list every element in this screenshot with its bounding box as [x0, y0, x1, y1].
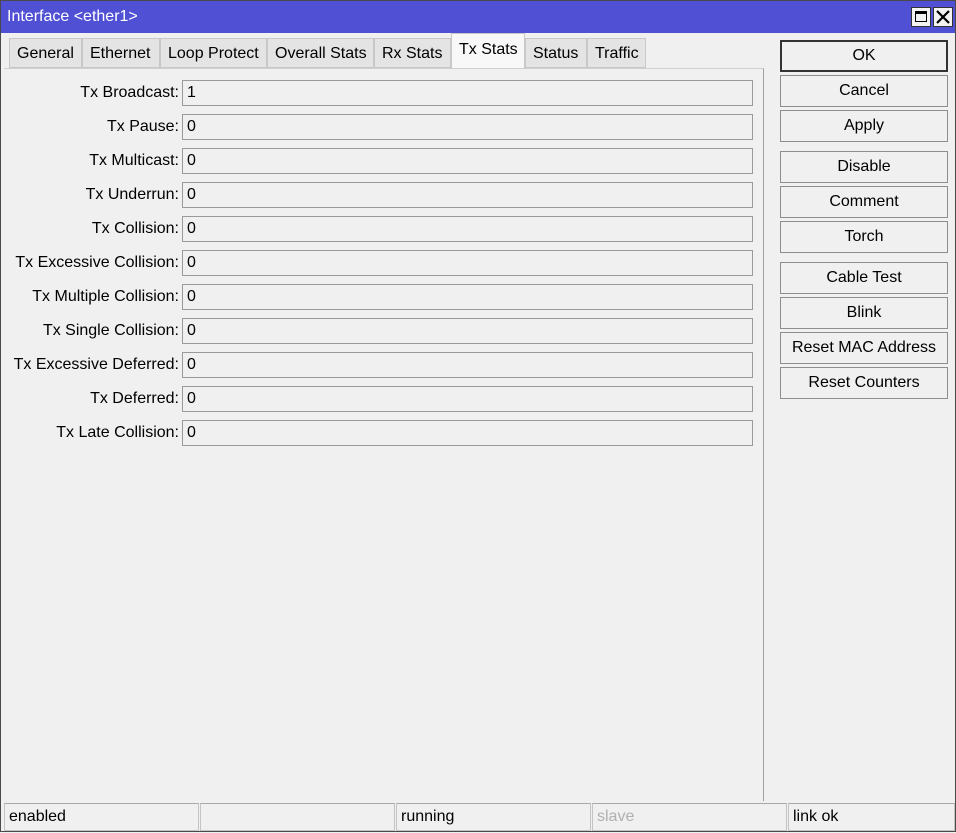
cancel-button[interactable]: Cancel	[780, 75, 948, 107]
tx-excessive-deferred-label: Tx Excessive Deferred:	[13, 356, 179, 373]
tx-underrun-field[interactable]: 0	[182, 182, 753, 208]
field-row-tx-broadcast: Tx Broadcast: 1	[4, 80, 764, 106]
tab-overall-stats[interactable]: Overall Stats	[267, 38, 374, 68]
status-bar: enabled running slave link ok	[1, 801, 956, 833]
status-running: running	[396, 803, 591, 831]
maximize-icon[interactable]	[911, 7, 931, 27]
tx-multicast-field[interactable]: 0	[182, 148, 753, 174]
field-row-tx-collision: Tx Collision: 0	[4, 216, 764, 242]
tab-tx-stats[interactable]: Tx Stats	[451, 33, 525, 69]
apply-button[interactable]: Apply	[780, 110, 948, 142]
reset-counters-button[interactable]: Reset Counters	[780, 367, 948, 399]
window-title: Interface <ether1>	[7, 8, 138, 25]
tx-collision-label: Tx Collision:	[91, 220, 179, 237]
tx-single-collision-label: Tx Single Collision:	[42, 322, 179, 339]
field-row-tx-late-collision: Tx Late Collision: 0	[4, 420, 764, 446]
torch-button[interactable]: Torch	[780, 221, 948, 253]
tx-collision-field[interactable]: 0	[182, 216, 753, 242]
tx-late-collision-label: Tx Late Collision:	[56, 424, 179, 441]
tx-pause-label: Tx Pause:	[106, 118, 179, 135]
field-row-tx-single-collision: Tx Single Collision: 0	[4, 318, 764, 344]
comment-button[interactable]: Comment	[780, 186, 948, 218]
close-icon[interactable]	[933, 7, 953, 27]
status-enabled: enabled	[4, 803, 199, 831]
ok-button[interactable]: OK	[780, 40, 948, 72]
title-bar[interactable]: Interface <ether1>	[1, 1, 955, 33]
cable-test-button[interactable]: Cable Test	[780, 262, 948, 294]
field-row-tx-excessive-collision: Tx Excessive Collision: 0	[4, 250, 764, 276]
field-row-tx-excessive-deferred: Tx Excessive Deferred: 0	[4, 352, 764, 378]
tab-loop-protect[interactable]: Loop Protect	[160, 38, 267, 68]
tx-multiple-collision-field[interactable]: 0	[182, 284, 753, 310]
tab-rx-stats[interactable]: Rx Stats	[374, 38, 451, 68]
tx-deferred-label: Tx Deferred:	[90, 390, 179, 407]
tx-late-collision-field[interactable]: 0	[182, 420, 753, 446]
tab-ethernet[interactable]: Ethernet	[82, 38, 160, 68]
tx-stats-panel: Tx Broadcast: 1 Tx Pause: 0 Tx Multicast…	[4, 68, 764, 801]
status-empty	[200, 803, 395, 831]
tx-multicast-label: Tx Multicast:	[89, 152, 179, 169]
tab-traffic[interactable]: Traffic	[587, 38, 646, 68]
field-row-tx-underrun: Tx Underrun: 0	[4, 182, 764, 208]
tx-single-collision-field[interactable]: 0	[182, 318, 753, 344]
field-row-tx-deferred: Tx Deferred: 0	[4, 386, 764, 412]
tx-multiple-collision-label: Tx Multiple Collision:	[32, 288, 179, 305]
status-slave: slave	[592, 803, 787, 831]
status-link: link ok	[788, 803, 955, 831]
blink-button[interactable]: Blink	[780, 297, 948, 329]
tx-pause-field[interactable]: 0	[182, 114, 753, 140]
tab-general[interactable]: General	[9, 38, 82, 68]
tx-deferred-field[interactable]: 0	[182, 386, 753, 412]
tx-excessive-collision-label: Tx Excessive Collision:	[15, 254, 179, 271]
tx-excessive-deferred-field[interactable]: 0	[182, 352, 753, 378]
tx-underrun-label: Tx Underrun:	[85, 186, 179, 203]
field-row-tx-multiple-collision: Tx Multiple Collision: 0	[4, 284, 764, 310]
field-row-tx-multicast: Tx Multicast: 0	[4, 148, 764, 174]
tx-broadcast-field[interactable]: 1	[182, 80, 753, 106]
reset-mac-address-button[interactable]: Reset MAC Address	[780, 332, 948, 364]
interface-window: Interface <ether1> General Ethernet Loop…	[0, 0, 956, 832]
tx-excessive-collision-field[interactable]: 0	[182, 250, 753, 276]
tab-status[interactable]: Status	[525, 38, 587, 68]
tx-broadcast-label: Tx Broadcast:	[80, 84, 179, 101]
disable-button[interactable]: Disable	[780, 151, 948, 183]
field-row-tx-pause: Tx Pause: 0	[4, 114, 764, 140]
